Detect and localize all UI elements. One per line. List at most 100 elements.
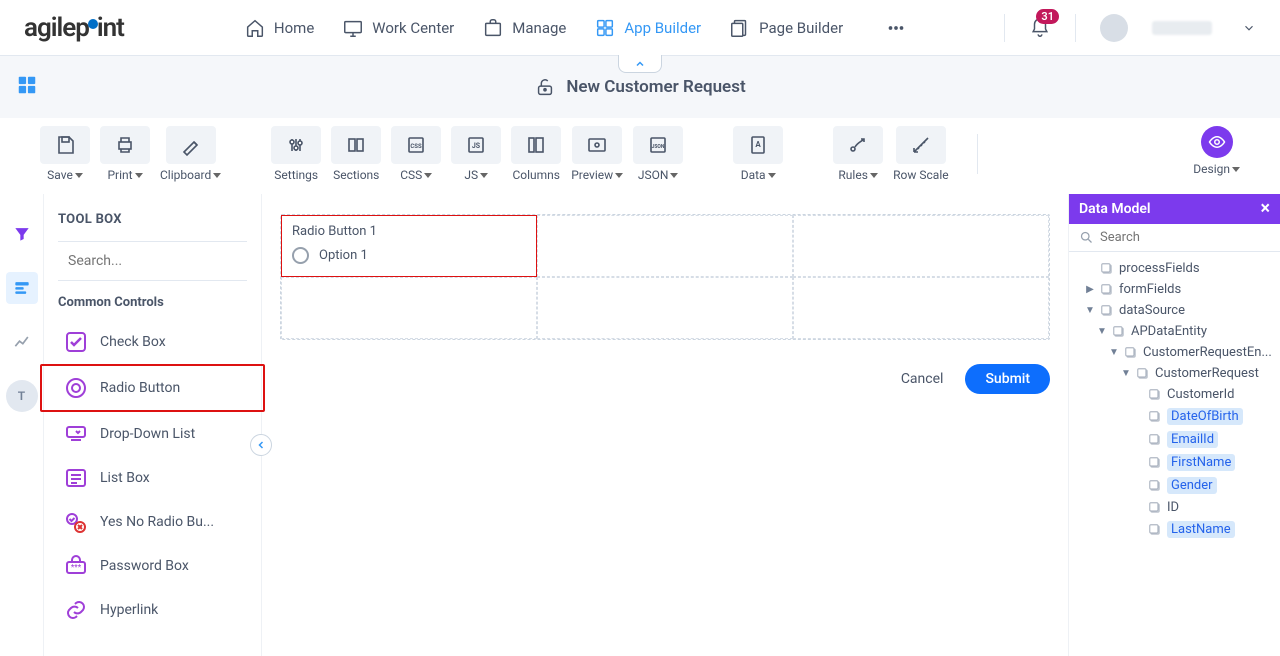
chevron-up-icon bbox=[634, 58, 646, 70]
logo-text-b: int bbox=[97, 13, 124, 43]
field-icon bbox=[1136, 367, 1150, 381]
tree-arrow-icon: ▼ bbox=[1109, 347, 1119, 358]
form-grid[interactable]: Radio Button 1 Option 1 bbox=[280, 214, 1050, 340]
tool-radio[interactable]: Radio Button bbox=[40, 364, 265, 412]
tree-label: EmailId bbox=[1167, 431, 1218, 448]
tree-row[interactable]: DateOfBirth bbox=[1073, 405, 1276, 428]
ribbon-icon bbox=[331, 126, 381, 164]
ribbon-icon bbox=[896, 126, 946, 164]
toolbox-search-input[interactable] bbox=[68, 253, 246, 269]
rail-filter[interactable] bbox=[6, 218, 38, 250]
grid-icon bbox=[16, 74, 38, 96]
rail-form[interactable] bbox=[6, 272, 38, 304]
more-icon bbox=[885, 17, 907, 39]
tree-row[interactable]: Gender bbox=[1073, 474, 1276, 497]
form-cell[interactable] bbox=[537, 277, 793, 339]
tool-listbox[interactable]: List Box bbox=[58, 456, 247, 500]
divider bbox=[1004, 14, 1005, 42]
toolbox-search[interactable] bbox=[58, 241, 247, 281]
data-model-tree: processFields▶formFields▼dataSource▼APDa… bbox=[1069, 252, 1280, 656]
tool-yesno[interactable]: Yes No Radio Bu... bbox=[58, 500, 247, 544]
form-cell[interactable] bbox=[793, 215, 1049, 277]
nav-label: Work Center bbox=[372, 19, 454, 37]
tool-password[interactable]: ***Password Box bbox=[58, 544, 247, 588]
avatar[interactable] bbox=[1100, 14, 1128, 42]
toolbox-group-label: Common Controls bbox=[58, 295, 247, 310]
rail-chart[interactable] bbox=[6, 326, 38, 358]
nav-home[interactable]: Home bbox=[244, 17, 314, 39]
tree-row[interactable]: ▶formFields bbox=[1073, 279, 1276, 300]
notifications-button[interactable]: 31 bbox=[1029, 17, 1051, 39]
tree-row[interactable]: LastName bbox=[1073, 518, 1276, 541]
nav-work-center[interactable]: Work Center bbox=[342, 17, 454, 39]
nav-app-builder[interactable]: App Builder bbox=[594, 17, 701, 39]
ribbon-css[interactable]: CSSCSS bbox=[391, 126, 441, 182]
field-icon bbox=[1100, 283, 1114, 297]
ribbon-row-scale[interactable]: Row Scale bbox=[893, 126, 948, 182]
tree-label: dataSource bbox=[1119, 303, 1185, 318]
chevron-down-icon bbox=[480, 173, 488, 178]
field-icon bbox=[1100, 304, 1114, 318]
ribbon-label: Columns bbox=[512, 168, 560, 182]
tree-label: CustomerId bbox=[1167, 387, 1234, 402]
collapse-header-button[interactable] bbox=[618, 55, 662, 73]
apps-grid-button[interactable] bbox=[16, 74, 38, 96]
radio-option[interactable]: Option 1 bbox=[292, 247, 526, 264]
form-cell[interactable] bbox=[281, 277, 537, 339]
tree-row[interactable]: ▼APDataEntity bbox=[1073, 321, 1276, 342]
divider bbox=[1075, 14, 1076, 42]
tree-arrow-icon: ▶ bbox=[1085, 284, 1095, 295]
ribbon-label: Rules bbox=[838, 168, 877, 182]
ribbon-columns[interactable]: Columns bbox=[511, 126, 561, 182]
field-icon bbox=[1148, 501, 1162, 515]
tree-row[interactable]: ▼CustomerRequest bbox=[1073, 363, 1276, 384]
nav-more-button[interactable] bbox=[885, 17, 907, 39]
cancel-button[interactable]: Cancel bbox=[901, 371, 944, 387]
nav-page-builder[interactable]: Page Builder bbox=[729, 17, 843, 39]
data-model-search-input[interactable] bbox=[1100, 230, 1270, 245]
tool-label: Radio Button bbox=[100, 380, 180, 396]
ribbon-js[interactable]: JSJS bbox=[451, 126, 501, 182]
ribbon-clipboard[interactable]: Clipboard bbox=[160, 126, 221, 182]
nav-icon bbox=[244, 17, 266, 39]
collapse-toolbox-button[interactable] bbox=[250, 434, 272, 456]
form-cell[interactable] bbox=[793, 277, 1049, 339]
ribbon-print[interactable]: Print bbox=[100, 126, 150, 182]
tree-row[interactable]: EmailId bbox=[1073, 428, 1276, 451]
nav-icon bbox=[729, 17, 751, 39]
data-model-header: Data Model × bbox=[1069, 194, 1280, 224]
submit-button[interactable]: Submit bbox=[965, 364, 1050, 394]
ribbon-label: Data bbox=[741, 168, 776, 182]
ribbon-json[interactable]: JSONJSON bbox=[633, 126, 683, 182]
form-cell-selected[interactable]: Radio Button 1 Option 1 bbox=[281, 215, 537, 277]
eye-icon bbox=[1201, 126, 1233, 158]
top-nav: agilep int HomeWork CenterManageApp Buil… bbox=[0, 0, 1280, 56]
design-mode-button[interactable]: Design bbox=[1193, 126, 1240, 176]
nav-icon bbox=[482, 17, 504, 39]
tree-row[interactable]: ID bbox=[1073, 497, 1276, 518]
tree-row[interactable]: ▼CustomerRequestEn... bbox=[1073, 342, 1276, 363]
yesno-icon bbox=[64, 510, 88, 534]
ribbon-data[interactable]: AData bbox=[733, 126, 783, 182]
tool-label: Password Box bbox=[100, 558, 189, 574]
tree-row[interactable]: CustomerId bbox=[1073, 384, 1276, 405]
ribbon-rules[interactable]: Rules bbox=[833, 126, 883, 182]
rail-t[interactable]: T bbox=[6, 380, 38, 412]
form-cell[interactable] bbox=[537, 215, 793, 277]
tool-checkbox[interactable]: Check Box bbox=[58, 320, 247, 364]
tree-row[interactable]: FirstName bbox=[1073, 451, 1276, 474]
logo-dot-icon bbox=[88, 19, 98, 29]
nav-manage[interactable]: Manage bbox=[482, 17, 566, 39]
ribbon-save[interactable]: Save bbox=[40, 126, 90, 182]
tool-link[interactable]: Hyperlink bbox=[58, 588, 247, 632]
chevron-down-icon[interactable] bbox=[1242, 21, 1256, 35]
data-model-search[interactable] bbox=[1069, 224, 1280, 252]
close-icon[interactable]: × bbox=[1260, 200, 1270, 218]
ribbon-settings[interactable]: Settings bbox=[271, 126, 321, 182]
tree-row[interactable]: ▼dataSource bbox=[1073, 300, 1276, 321]
tree-row[interactable]: processFields bbox=[1073, 258, 1276, 279]
ribbon-label: JS bbox=[464, 168, 488, 182]
tool-dropdown[interactable]: Drop-Down List bbox=[58, 412, 247, 456]
ribbon-sections[interactable]: Sections bbox=[331, 126, 381, 182]
ribbon-preview[interactable]: Preview bbox=[571, 126, 623, 182]
